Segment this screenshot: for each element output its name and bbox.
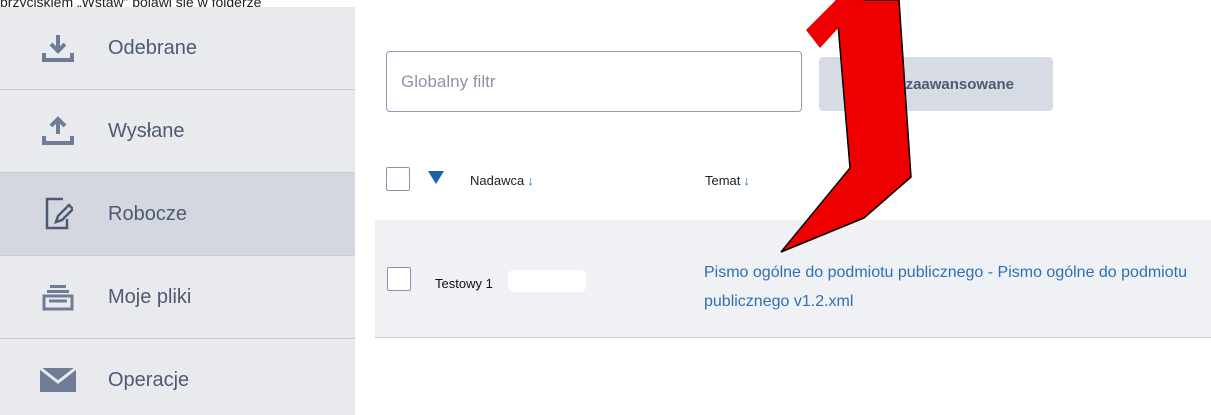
draft-document-icon xyxy=(38,194,78,234)
sidebar-item-wyslane[interactable]: Wysłane xyxy=(0,90,355,173)
sidebar: Odebrane Wysłane Robocze Moje pliki Oper… xyxy=(0,7,355,415)
envelope-icon xyxy=(38,360,78,400)
sidebar-item-label: Robocze xyxy=(108,202,187,225)
download-tray-icon xyxy=(38,28,78,68)
redaction-mark xyxy=(508,270,586,292)
sidebar-item-label: Moje pliki xyxy=(108,285,192,308)
select-all-checkbox[interactable] xyxy=(386,167,410,191)
row-sender: Testowy 1 xyxy=(435,276,493,291)
sidebar-item-operacje[interactable]: Operacje xyxy=(0,339,355,415)
column-header-nadawca[interactable]: Nadawca ↓ xyxy=(470,173,534,188)
sidebar-item-moje-pliki[interactable]: Moje pliki xyxy=(0,256,355,339)
upload-tray-icon xyxy=(38,111,78,151)
column-header-temat[interactable]: Temat ↓ xyxy=(705,173,750,188)
file-stack-icon xyxy=(38,277,78,317)
row-checkbox[interactable] xyxy=(387,267,411,291)
column-header-label: Nadawca xyxy=(470,173,525,188)
sidebar-item-label: Wysłane xyxy=(108,119,185,142)
sidebar-item-label: Operacje xyxy=(108,368,190,391)
row-subject-link[interactable]: Pismo ogólne do podmiotu publicznego - P… xyxy=(704,258,1204,316)
sort-arrow-icon: ↓ xyxy=(527,173,534,188)
show-advanced-button[interactable]: Pokaż zaawansowane xyxy=(819,57,1053,111)
sort-toggle-triangle-icon[interactable] xyxy=(428,171,444,184)
column-header-label: Temat xyxy=(705,173,741,188)
sidebar-item-odebrane[interactable]: Odebrane xyxy=(0,7,355,90)
sidebar-item-robocze[interactable]: Robocze xyxy=(0,173,355,256)
global-filter-input[interactable] xyxy=(386,51,802,112)
sort-arrow-icon: ↓ xyxy=(743,173,750,188)
sidebar-item-label: Odebrane xyxy=(108,36,197,59)
